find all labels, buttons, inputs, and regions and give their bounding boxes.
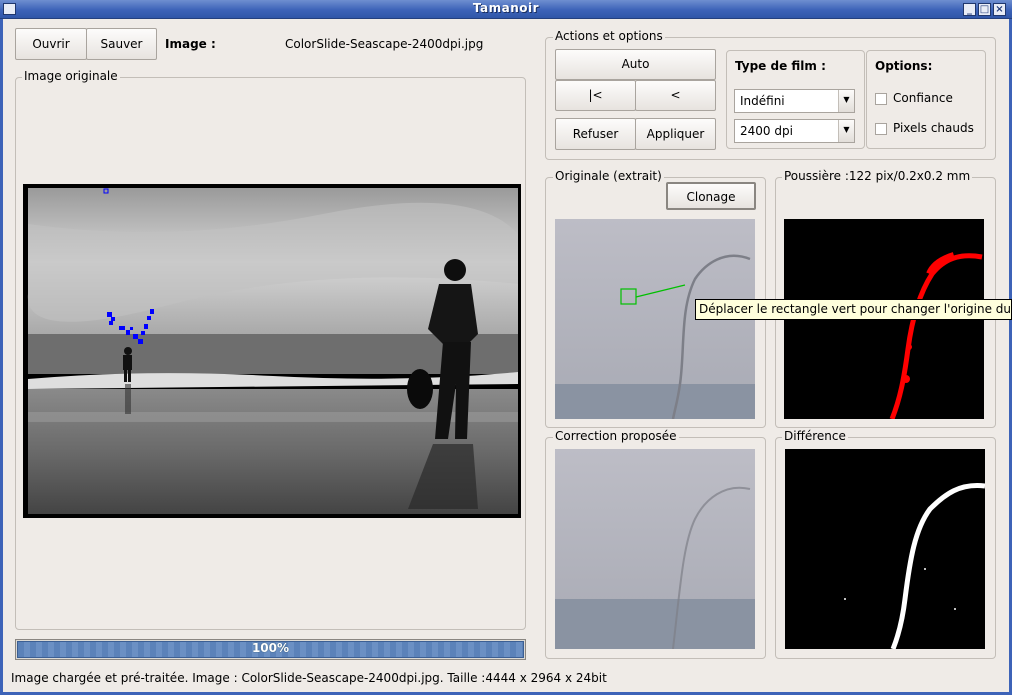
hot-pixels-label: Pixels chauds	[893, 121, 974, 135]
film-type-select[interactable]: Indéfini ▼	[734, 89, 855, 113]
dpi-value: 2400 dpi	[740, 124, 793, 138]
film-type-label: Type de film :	[735, 59, 826, 73]
progress-bar: 100%	[15, 639, 526, 660]
options-label: Options:	[875, 59, 933, 73]
film-type-value: Indéfini	[740, 94, 785, 108]
image-filename: ColorSlide-Seascape-2400dpi.jpg	[285, 37, 484, 51]
difference-image	[785, 449, 985, 649]
dust-label: Poussière :122 pix/0.2x0.2 mm	[782, 169, 973, 183]
chevron-down-icon: ▼	[838, 120, 854, 142]
confidence-checkbox[interactable]	[875, 93, 887, 105]
open-button[interactable]: Ouvrir	[15, 28, 87, 60]
correction-photo	[555, 449, 755, 649]
correction-image	[555, 449, 755, 649]
first-button[interactable]: |<	[555, 80, 636, 111]
window-title: Tamanoir	[472, 1, 540, 15]
correction-label: Correction proposée	[553, 429, 679, 443]
minimize-icon[interactable]: _	[963, 3, 976, 16]
difference-mask	[844, 483, 985, 649]
progress-text: 100%	[251, 641, 290, 655]
confidence-label: Confiance	[893, 91, 953, 105]
auto-button[interactable]: Auto	[555, 49, 716, 80]
actions-group-label: Actions et options	[553, 29, 665, 43]
original-image[interactable]	[23, 184, 521, 518]
clone-tooltip: Déplacer le rectangle vert pour changer …	[695, 299, 1012, 320]
dpi-select[interactable]: 2400 dpi ▼	[734, 119, 855, 143]
crop-label: Originale (extrait)	[553, 169, 664, 183]
seascape-photo	[23, 184, 521, 518]
image-label: Image :	[165, 37, 216, 51]
original-image-label: Image originale	[22, 69, 120, 83]
close-icon[interactable]: ×	[993, 3, 1006, 16]
apply-button[interactable]: Appliquer	[635, 118, 716, 150]
refuse-button[interactable]: Refuser	[555, 118, 636, 150]
previous-button[interactable]: <	[635, 80, 716, 111]
save-button[interactable]: Sauver	[86, 28, 157, 60]
status-text: Image chargée et pré-traitée. Image : Co…	[11, 671, 607, 685]
hot-pixels-checkbox[interactable]	[875, 123, 887, 135]
clone-button[interactable]: Clonage	[666, 182, 756, 210]
difference-label: Différence	[782, 429, 848, 443]
maximize-icon[interactable]: □	[978, 3, 991, 16]
chevron-down-icon: ▼	[838, 90, 854, 112]
